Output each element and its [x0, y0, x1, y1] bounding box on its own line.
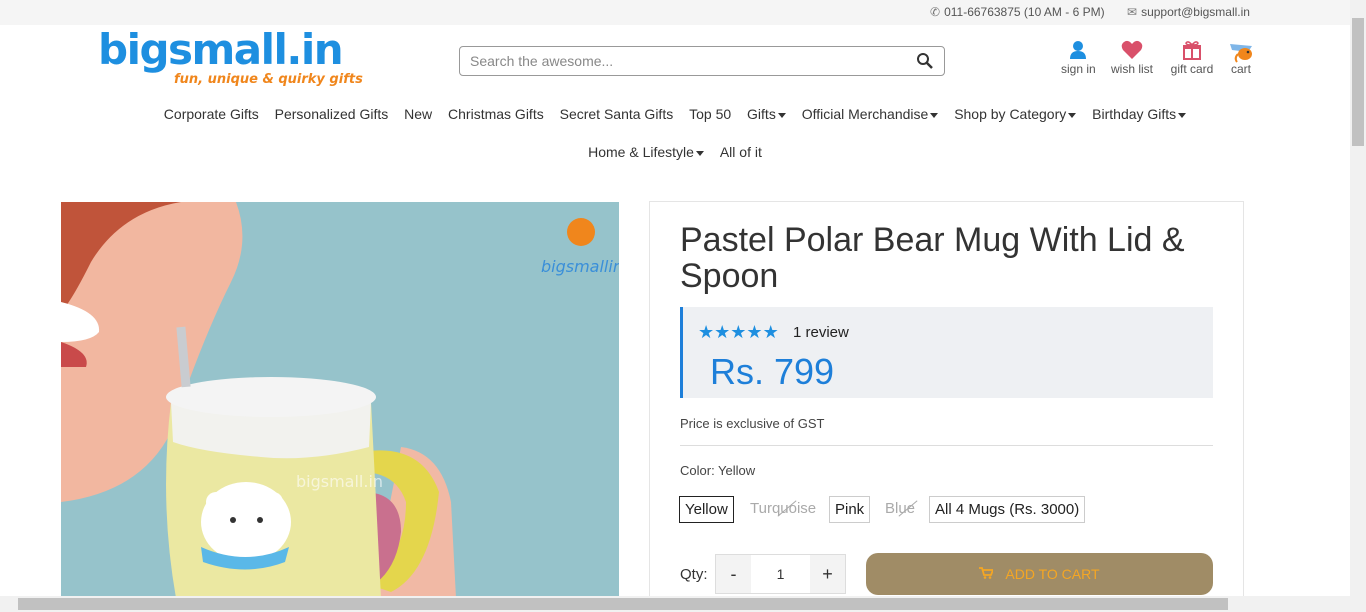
main-nav-row2: Home & Lifestyle All of it [0, 144, 1350, 160]
quantity-stepper: - 1 + [715, 554, 846, 594]
variant-yellow[interactable]: Yellow [679, 496, 734, 523]
variant-turquoise: Turquoise [745, 496, 822, 523]
wish-list-label: wish list [1110, 62, 1153, 76]
vertical-scrollbar[interactable] [1350, 0, 1366, 612]
gift-card-label: gift card [1170, 62, 1214, 76]
cart-icon [1228, 40, 1254, 63]
color-label: Color: Yellow [680, 463, 756, 478]
sign-in-link[interactable]: sign in [1061, 40, 1096, 76]
scrollbar-thumb[interactable] [18, 598, 1228, 610]
phone-icon: ✆ [930, 5, 941, 19]
qty-input[interactable]: 1 [751, 555, 810, 593]
phone-contact: ✆ 011-66763875 (10 AM - 6 PM) [930, 5, 1105, 19]
sign-in-label: sign in [1061, 62, 1096, 76]
cart-icon [979, 566, 997, 582]
email-contact[interactable]: ✉ support@bigsmall.in [1127, 5, 1250, 19]
caret-down-icon [930, 112, 939, 118]
nav-new[interactable]: New [404, 106, 432, 122]
star-icon: ★ [730, 322, 747, 342]
logo-tagline: fun, unique & quirky gifts [174, 72, 363, 87]
nav-gifts-label: Gifts [747, 106, 776, 122]
mug-photo: bigsmallin bigsmall.in [61, 202, 619, 598]
top-bar: ✆ 011-66763875 (10 AM - 6 PM) ✉ support@bi… [0, 0, 1350, 25]
rating-stars[interactable]: ★★★★★ [698, 322, 779, 343]
product-image[interactable]: bigsmallin bigsmall.in [61, 202, 619, 598]
divider [680, 445, 1213, 446]
product-price: Rs. 799 [710, 351, 835, 392]
image-logo-text: bigsmallin [541, 257, 619, 276]
star-icon: ★ [746, 322, 763, 342]
horizontal-scrollbar[interactable] [0, 596, 1350, 612]
main-nav: Corporate Gifts Personalized Gifts New C… [0, 106, 1350, 122]
search-icon[interactable] [916, 52, 934, 75]
nav-christmas-gifts[interactable]: Christmas Gifts [448, 106, 544, 122]
caret-down-icon [1068, 112, 1077, 118]
site-logo[interactable]: bigsmall.in fun, unique & quirky gifts [98, 25, 363, 88]
gift-card-link[interactable]: gift card [1169, 40, 1215, 76]
nav-secret-santa-gifts[interactable]: Secret Santa Gifts [560, 106, 674, 122]
nav-corporate-gifts[interactable]: Corporate Gifts [164, 106, 259, 122]
phone-number: 011-66763875 (10 AM - 6 PM) [944, 5, 1105, 19]
qty-label: Qty: [680, 566, 708, 583]
qty-decrease-button[interactable]: - [716, 555, 751, 593]
nav-shop-by-category[interactable]: Shop by Category [954, 106, 1077, 122]
nav-shop-by-category-label: Shop by Category [954, 106, 1067, 122]
caret-down-icon [1178, 112, 1187, 118]
gst-note: Price is exclusive of GST [680, 416, 825, 431]
caret-down-icon [777, 112, 786, 118]
nav-official-merchandise[interactable]: Official Merchandise [802, 106, 939, 122]
cart-link[interactable]: cart [1228, 40, 1254, 76]
logo-name: bigsmall.in [98, 25, 344, 74]
search-box[interactable] [459, 46, 945, 76]
variant-blue: Blue [880, 496, 921, 523]
wish-list-link[interactable]: wish list [1110, 40, 1154, 76]
add-to-cart-button[interactable]: ADD TO CART [866, 553, 1213, 595]
product-title: Pastel Polar Bear Mug With Lid & Spoon [680, 221, 1185, 295]
price-box: ★★★★★ 1 review Rs. 799 [680, 307, 1213, 398]
search-input[interactable] [470, 53, 890, 69]
nav-gifts[interactable]: Gifts [747, 106, 786, 122]
star-icon: ★ [698, 322, 715, 342]
gift-icon [1169, 40, 1215, 62]
variant-pink[interactable]: Pink [829, 496, 871, 523]
caret-down-icon [695, 150, 704, 156]
nav-birthday-gifts[interactable]: Birthday Gifts [1092, 106, 1187, 122]
qty-increase-button[interactable]: + [810, 555, 845, 593]
email-address[interactable]: support@bigsmall.in [1141, 5, 1250, 19]
nav-personalized-gifts[interactable]: Personalized Gifts [275, 106, 389, 122]
variant-all-4-mugs[interactable]: All 4 Mugs (Rs. 3000) [929, 496, 1086, 523]
nav-home-lifestyle-label: Home & Lifestyle [588, 144, 694, 160]
add-to-cart-label: ADD TO CART [1005, 566, 1100, 582]
image-watermark: bigsmall.in [296, 472, 383, 491]
nav-top-50[interactable]: Top 50 [689, 106, 731, 122]
cart-label: cart [1230, 62, 1251, 76]
star-icon: ★ [714, 322, 731, 342]
scrollbar-thumb[interactable] [1352, 18, 1364, 146]
mail-icon: ✉ [1127, 5, 1138, 19]
review-count[interactable]: 1 review [793, 324, 849, 341]
nav-birthday-gifts-label: Birthday Gifts [1092, 106, 1177, 122]
nav-home-lifestyle[interactable]: Home & Lifestyle [588, 144, 704, 160]
nav-official-merchandise-label: Official Merchandise [801, 106, 929, 122]
star-icon: ★ [762, 322, 779, 342]
heart-icon [1110, 40, 1154, 62]
nav-all-of-it[interactable]: All of it [720, 144, 762, 160]
user-icon [1061, 40, 1095, 62]
